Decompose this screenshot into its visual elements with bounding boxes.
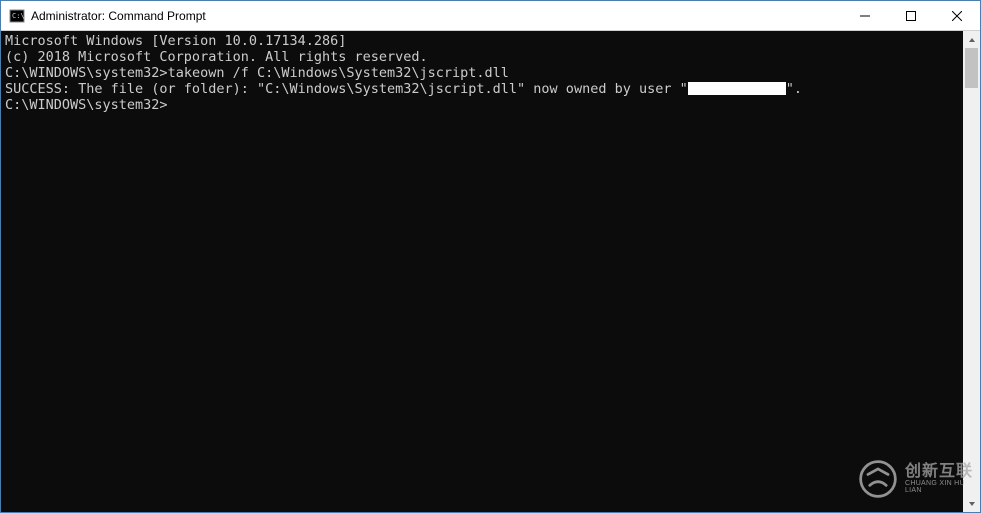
scroll-down-button[interactable] <box>963 495 980 512</box>
success-text: SUCCESS: The file (or folder): "C:\Windo… <box>5 81 688 97</box>
redacted-username <box>688 82 786 95</box>
scroll-up-button[interactable] <box>963 31 980 48</box>
terminal-line: Microsoft Windows [Version 10.0.17134.28… <box>5 33 959 49</box>
scrollbar-track[interactable] <box>963 48 980 495</box>
terminal-line: C:\WINDOWS\system32>takeown /f C:\Window… <box>5 65 959 81</box>
scrollbar-thumb[interactable] <box>965 48 978 88</box>
window-title: Administrator: Command Prompt <box>31 9 842 23</box>
success-text: ". <box>786 81 802 97</box>
client-area: Microsoft Windows [Version 10.0.17134.28… <box>1 31 980 512</box>
close-button[interactable] <box>934 1 980 31</box>
minimize-button[interactable] <box>842 1 888 31</box>
cmd-icon: C:\ <box>9 8 25 24</box>
window-controls <box>842 1 980 30</box>
prompt-path: C:\WINDOWS\system32> <box>5 65 168 81</box>
prompt-path: C:\WINDOWS\system32> <box>5 97 168 113</box>
terminal-line: C:\WINDOWS\system32> <box>5 97 959 113</box>
terminal-line: (c) 2018 Microsoft Corporation. All righ… <box>5 49 959 65</box>
command-prompt-window: C:\ Administrator: Command Prompt Micros… <box>0 0 981 513</box>
vertical-scrollbar[interactable] <box>963 31 980 512</box>
terminal-output[interactable]: Microsoft Windows [Version 10.0.17134.28… <box>1 31 963 512</box>
svg-text:C:\: C:\ <box>12 12 25 20</box>
terminal-line: SUCCESS: The file (or folder): "C:\Windo… <box>5 81 959 97</box>
command-text: takeown /f C:\Windows\System32\jscript.d… <box>168 65 509 81</box>
maximize-button[interactable] <box>888 1 934 31</box>
titlebar[interactable]: C:\ Administrator: Command Prompt <box>1 1 980 31</box>
